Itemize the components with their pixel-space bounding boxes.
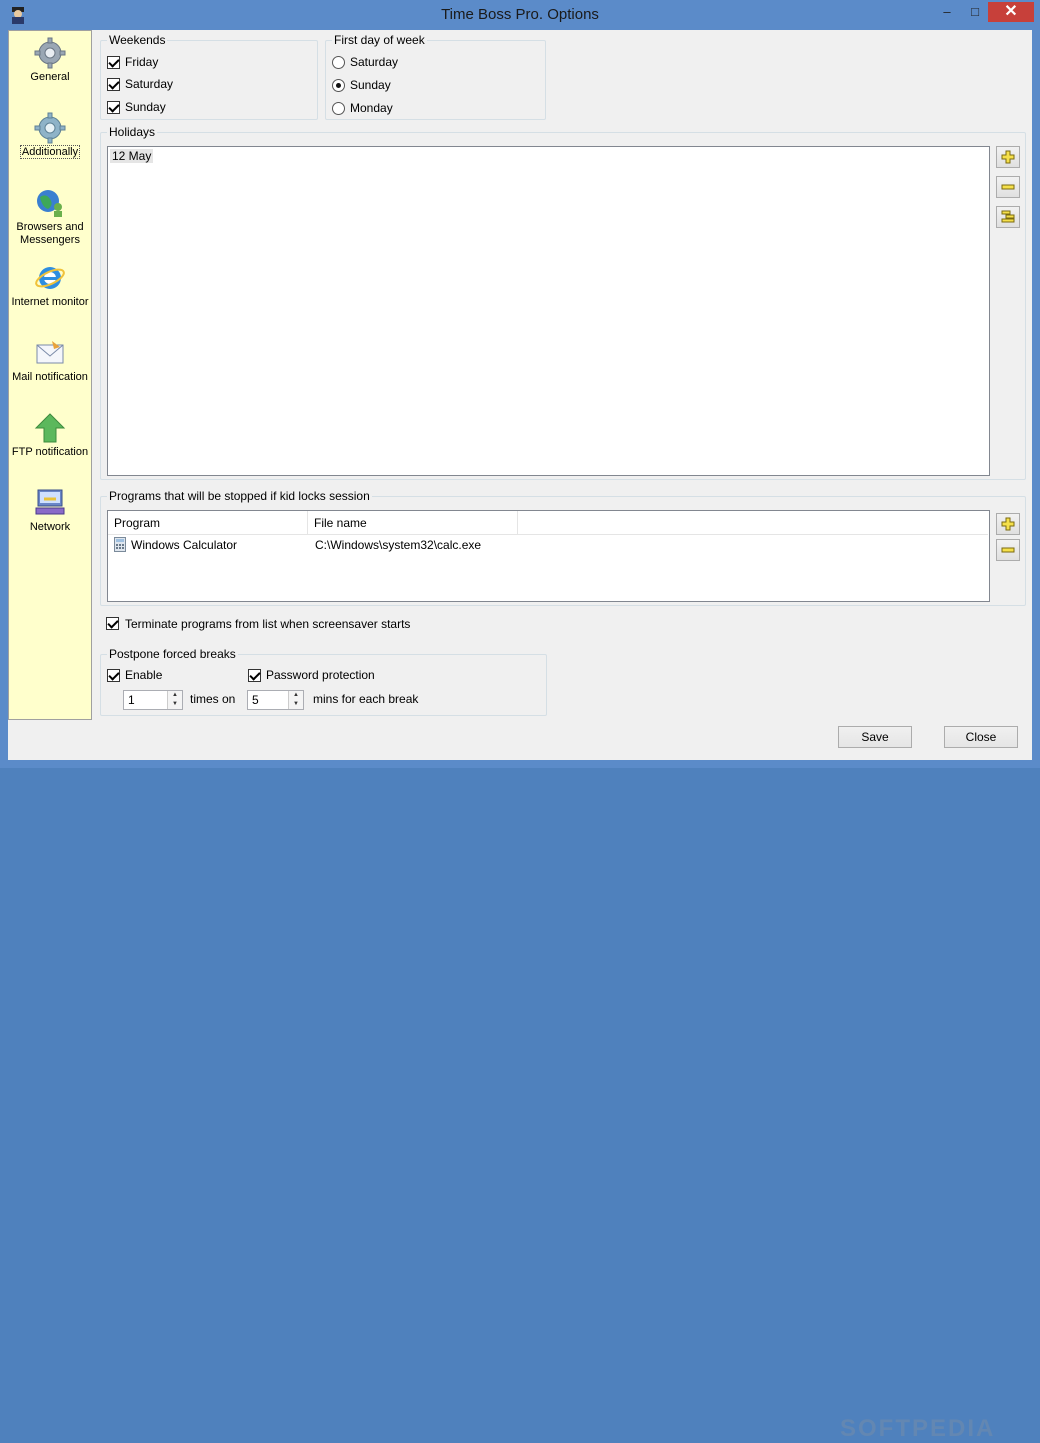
down-arrow-icon[interactable]: ▼ [289,700,303,709]
close-button[interactable]: Close [944,726,1018,748]
sidebar-item-internet-monitor[interactable]: Internet monitor [9,262,91,309]
up-arrow-icon[interactable]: ▲ [168,691,182,700]
watermark: SOFTPEDIA [840,1415,996,1442]
spinner-arrows[interactable]: ▲ ▼ [167,691,182,709]
gear-icon [34,37,66,69]
times-on-label: times on [190,692,236,706]
title-bar[interactable]: Time Boss Pro. Options – □ ✕ [0,0,1040,30]
save-button[interactable]: Save [838,726,912,748]
sidebar-item-mail-notification[interactable]: Mail notification [9,337,91,384]
minimize-button[interactable]: – [934,2,960,22]
sidebar: General Additionally Browsers and Messen… [8,30,92,720]
weekends-group: Weekends Friday Saturday Sunday [100,33,318,120]
saturday-checkbox[interactable] [107,78,120,91]
radio-label: Sunday [350,78,391,92]
holidays-group: Holidays 12 May [100,125,1026,480]
calculator-icon [114,537,126,552]
column-header-file-name[interactable]: File name [308,511,518,535]
edit-holiday-button[interactable] [996,206,1020,228]
sidebar-item-label: Additionally [19,145,81,159]
table-header: Program File name [108,511,988,535]
sidebar-item-label: General [30,71,70,83]
sidebar-item-browsers-messengers[interactable]: Browsers and Messengers [9,187,91,247]
mins-label: mins for each break [313,692,419,706]
sidebar-item-network[interactable]: Network [9,487,91,534]
spinner-value: 1 [128,693,135,707]
group-legend: First day of week [332,33,427,47]
radio-label: Saturday [350,55,399,69]
internet-explorer-icon [35,267,65,289]
mail-icon [36,341,64,364]
column-header-program[interactable]: Program [108,511,308,535]
sidebar-item-label: FTP notification [11,446,89,458]
checkbox-label: Password protection [266,668,375,682]
table-row[interactable]: Windows Calculator C:\Windows\system32\c… [108,535,988,555]
holidays-list[interactable]: 12 May [107,146,990,476]
checkbox-label: Terminate programs from list when screen… [125,617,411,631]
minus-icon [1001,547,1015,553]
mins-spinner[interactable]: 5 ▲ ▼ [247,690,304,710]
first-day-group: First day of week Saturday Sunday Monday [325,33,546,120]
up-arrow-icon [34,413,66,443]
saturday-radio[interactable] [332,56,345,69]
spinner-value: 5 [252,693,259,707]
sidebar-item-label: Network [29,521,71,533]
sidebar-item-general[interactable]: General [9,37,91,84]
globe-people-icon [37,190,62,217]
sidebar-item-ftp-notification[interactable]: FTP notification [9,412,91,459]
network-icon [35,489,65,515]
group-legend: Postpone forced breaks [107,647,238,661]
options-window: Time Boss Pro. Options – □ ✕ General Add… [0,0,1040,1442]
checkbox-label: Saturday [125,77,174,91]
window-title: Time Boss Pro. Options [441,6,599,23]
sidebar-item-label: Internet monitor [11,296,89,308]
remove-program-button[interactable] [996,539,1020,561]
group-legend: Programs that will be stopped if kid loc… [107,489,372,503]
file-name-cell: C:\Windows\system32\calc.exe [315,538,482,552]
list-item[interactable]: 12 May [110,149,154,163]
spinner-arrows[interactable]: ▲ ▼ [288,691,303,709]
monday-radio[interactable] [332,102,345,115]
sidebar-item-label: Mail notification [12,371,88,383]
gear-icon [34,112,66,144]
sidebar-item-label: Browsers and Messengers [16,221,84,246]
radio-label: Monday [350,101,393,115]
enable-postpone-checkbox[interactable] [107,669,120,682]
up-arrow-icon[interactable]: ▲ [289,691,303,700]
dialog-footer: SOFTPEDIA Save Close [8,720,1032,1442]
remove-holiday-button[interactable] [996,176,1020,198]
checkbox-label: Friday [125,55,159,69]
friday-checkbox[interactable] [107,56,120,69]
times-spinner[interactable]: 1 ▲ ▼ [123,690,183,710]
sunday-radio[interactable] [332,79,345,92]
minus-icon [1001,184,1015,190]
plus-icon [1001,150,1015,164]
checkbox-label: Enable [125,668,163,682]
group-legend: Holidays [107,125,158,139]
add-holiday-button[interactable] [996,146,1020,168]
checkbox-label: Sunday [125,100,166,114]
plus-icon [1001,517,1015,531]
add-program-button[interactable] [996,513,1020,535]
programs-group: Programs that will be stopped if kid loc… [100,489,1026,606]
sunday-checkbox[interactable] [107,101,120,114]
maximize-button[interactable]: □ [962,2,988,22]
programs-table[interactable]: Program File name Windows Calculator C:\… [107,510,990,602]
group-legend: Weekends [107,33,168,47]
sidebar-item-additionally[interactable]: Additionally [9,112,91,159]
password-protection-checkbox[interactable] [248,669,261,682]
down-arrow-icon[interactable]: ▼ [168,700,182,709]
edit-icon [1001,210,1015,223]
program-name-cell: Windows Calculator [131,538,238,552]
postpone-breaks-group: Postpone forced breaks Enable Password p… [100,647,547,716]
terminate-on-screensaver-checkbox[interactable] [106,617,119,630]
close-window-button[interactable]: ✕ [988,2,1034,22]
client-area: General Additionally Browsers and Messen… [8,30,1032,1442]
